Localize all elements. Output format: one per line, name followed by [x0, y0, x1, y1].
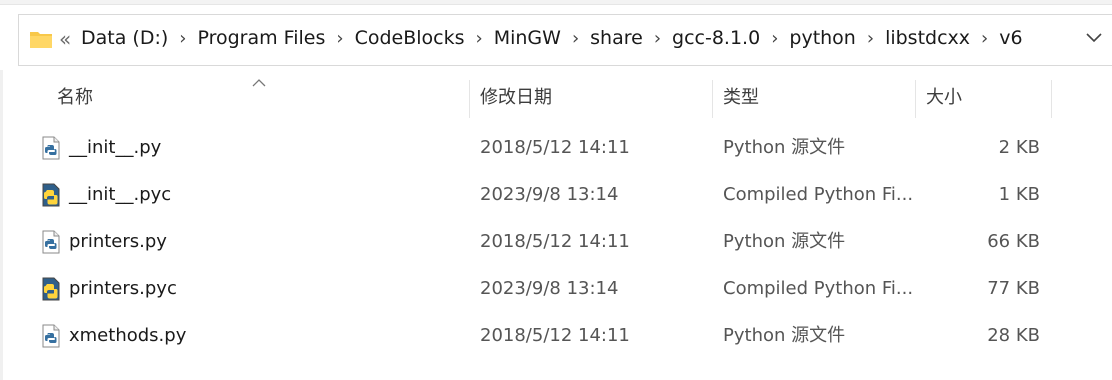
- file-type: Python 源文件: [723, 325, 846, 346]
- file-name: printers.pyc: [69, 278, 177, 299]
- file-name: __init__.pyc: [69, 184, 172, 205]
- column-header-name[interactable]: 名称: [47, 76, 469, 120]
- column-header-size[interactable]: 大小: [916, 76, 1051, 120]
- column-header-type[interactable]: 类型: [713, 76, 915, 120]
- breadcrumb-overflow[interactable]: «: [59, 27, 71, 51]
- file-date: 2018/5/12 14:11: [480, 231, 630, 252]
- chevron-right-icon[interactable]: ›: [867, 28, 874, 49]
- file-size: 28 KB: [987, 325, 1040, 346]
- file-row[interactable]: __init__.py 2018/5/12 14:11 Python 源文件 2…: [0, 124, 1112, 171]
- chevron-right-icon[interactable]: ›: [771, 28, 778, 49]
- folder-icon: [30, 32, 52, 48]
- file-date: 2018/5/12 14:11: [480, 137, 630, 158]
- python-file-icon: [42, 230, 60, 254]
- breadcrumb-item[interactable]: gcc-8.1.0: [672, 27, 760, 49]
- file-date: 2018/5/12 14:11: [480, 325, 630, 346]
- file-type: Compiled Python Fi...: [723, 278, 913, 299]
- chevron-right-icon[interactable]: ›: [654, 28, 661, 49]
- window-top-edge: [0, 0, 1112, 5]
- chevron-down-icon[interactable]: [1085, 32, 1103, 44]
- chevron-right-icon[interactable]: ›: [981, 28, 988, 49]
- python-file-icon: [42, 136, 60, 160]
- file-type: Compiled Python Fi...: [723, 184, 913, 205]
- file-size: 1 KB: [998, 184, 1040, 205]
- file-size: 2 KB: [998, 137, 1040, 158]
- breadcrumb: Data (D:) › Program Files › CodeBlocks ›…: [81, 27, 1023, 49]
- breadcrumb-item-current[interactable]: v6: [999, 27, 1022, 49]
- breadcrumb-item[interactable]: libstdcxx: [885, 27, 970, 49]
- file-type: Python 源文件: [723, 231, 846, 252]
- chevron-right-icon[interactable]: ›: [476, 28, 483, 49]
- column-header-date[interactable]: 修改日期: [470, 76, 712, 120]
- chevron-right-icon[interactable]: ›: [572, 28, 579, 49]
- breadcrumb-item[interactable]: MinGW: [494, 27, 561, 49]
- file-row[interactable]: xmethods.py 2018/5/12 14:11 Python 源文件 2…: [0, 312, 1112, 359]
- file-size: 66 KB: [987, 231, 1040, 252]
- file-row[interactable]: printers.pyc 2023/9/8 13:14 Compiled Pyt…: [0, 265, 1112, 312]
- file-name: __init__.py: [69, 137, 162, 158]
- breadcrumb-item[interactable]: Program Files: [197, 27, 325, 49]
- file-size: 77 KB: [987, 278, 1040, 299]
- chevron-right-icon[interactable]: ›: [179, 28, 186, 49]
- python-file-icon: [42, 324, 60, 348]
- column-header-row: 名称 修改日期 类型 大小: [0, 76, 1112, 120]
- file-row[interactable]: __init__.pyc 2023/9/8 13:14 Compiled Pyt…: [0, 171, 1112, 218]
- compiled-python-file-icon: [42, 183, 60, 207]
- file-name: printers.py: [69, 231, 167, 252]
- chevron-right-icon[interactable]: ›: [336, 28, 343, 49]
- breadcrumb-item[interactable]: share: [590, 27, 643, 49]
- file-date: 2023/9/8 13:14: [480, 184, 619, 205]
- file-row[interactable]: printers.py 2018/5/12 14:11 Python 源文件 6…: [0, 218, 1112, 265]
- file-type: Python 源文件: [723, 137, 846, 158]
- breadcrumb-item[interactable]: Data (D:): [81, 27, 168, 49]
- breadcrumb-item[interactable]: python: [789, 27, 855, 49]
- column-divider[interactable]: [1051, 80, 1052, 118]
- file-list: __init__.py 2018/5/12 14:11 Python 源文件 2…: [0, 124, 1112, 359]
- compiled-python-file-icon: [42, 277, 60, 301]
- address-bar[interactable]: « Data (D:) › Program Files › CodeBlocks…: [18, 14, 1112, 66]
- file-date: 2023/9/8 13:14: [480, 278, 619, 299]
- file-name: xmethods.py: [69, 325, 187, 346]
- breadcrumb-item[interactable]: CodeBlocks: [355, 27, 465, 49]
